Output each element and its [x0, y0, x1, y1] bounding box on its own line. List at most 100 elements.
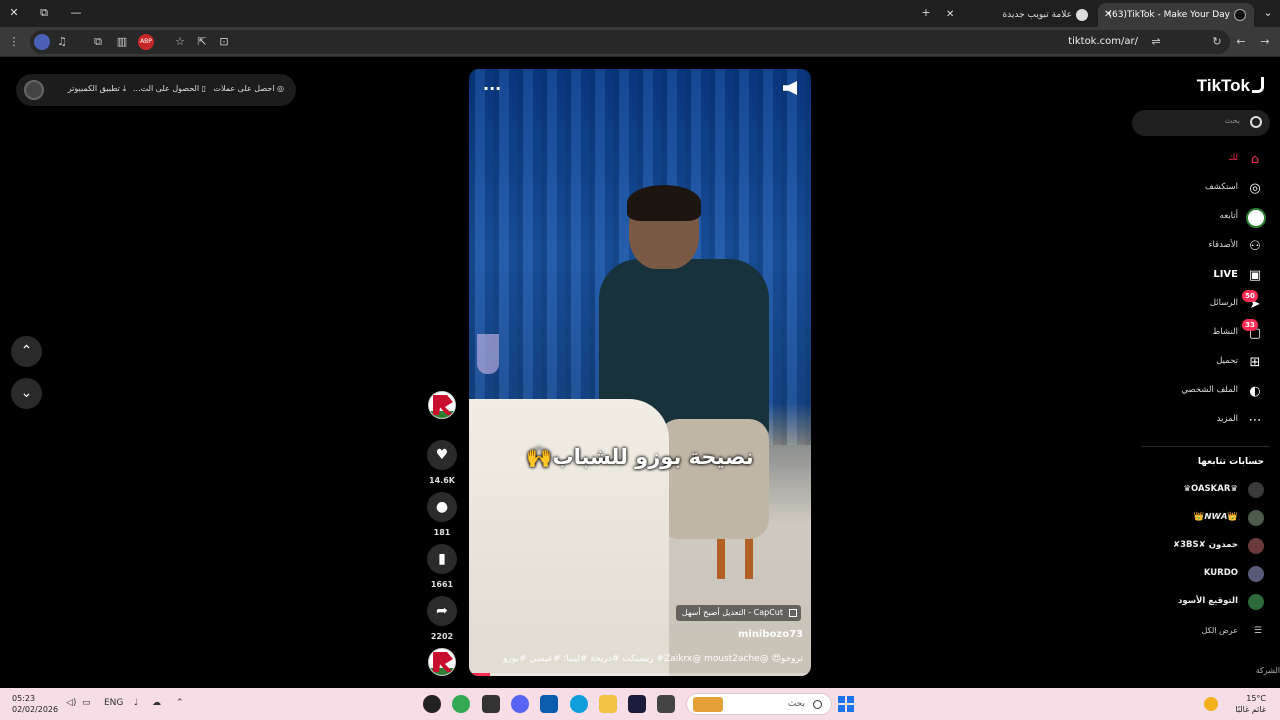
tab-title: علامة تبويب جديدة [1002, 10, 1072, 20]
window-minimize-icon[interactable]: — [66, 4, 86, 22]
video-player[interactable]: ··· نصيحة بوزو للشباب🙌 CapCut - التعديل … [469, 69, 811, 676]
sound-disc-avatar[interactable] [428, 648, 456, 676]
taskbar-search[interactable]: بحث [686, 693, 832, 715]
home-icon: ⌂ [1250, 152, 1260, 167]
account-name: 👑𝙉𝙒𝘼👑 [1193, 512, 1238, 522]
desktop-app-button[interactable]: ⤓ تطبيق الكمبيوتر [68, 84, 126, 94]
sidebar-item-0[interactable]: ⌂ لك [1128, 148, 1280, 172]
notification-badge: 33 [1242, 319, 1258, 331]
edge-icon[interactable] [570, 695, 588, 713]
company-link[interactable]: الشركة [1256, 666, 1280, 675]
back-icon[interactable]: ← [1233, 34, 1249, 50]
followed-account[interactable]: 👑𝙉𝙒𝘼👑 [1128, 508, 1280, 528]
followed-account[interactable]: حمدون ✘3BS✘ [1128, 536, 1280, 556]
like-count: 14.6K [429, 476, 455, 485]
tab-search-menu-icon[interactable]: ⌄ [1258, 4, 1278, 22]
app-window-icon[interactable] [657, 695, 675, 713]
tab-new-tab[interactable]: ✕ علامة تبويب جديدة [940, 3, 1096, 27]
show-hidden-icons-icon[interactable]: ⌃ [176, 698, 184, 708]
terminal-icon[interactable] [482, 695, 500, 713]
window-restore-icon[interactable]: ⧉ [34, 4, 54, 22]
app-icon[interactable] [423, 695, 441, 713]
next-video-button[interactable]: ⌄ [11, 378, 42, 409]
extensions-puzzle-icon[interactable]: ⧉ [90, 34, 106, 50]
sidebar-item-9[interactable]: ⋯ المزيد [1128, 409, 1280, 433]
comment-icon[interactable]: ● [427, 492, 457, 522]
language-indicator[interactable]: ENG [104, 698, 123, 708]
microphone-icon[interactable]: ♩ [134, 698, 138, 708]
clock-time: 05:23 [12, 694, 36, 703]
sidebar-item-8[interactable]: ◐ الملف الشخصي [1128, 380, 1280, 404]
video-description: تروجو😍 @Zaikrx@ moust2ache# ريسيكت #دريح… [503, 654, 803, 664]
see-all-link[interactable]: عرض الكل [1201, 626, 1238, 635]
tiktok-logo[interactable]: TikTok [1197, 76, 1264, 96]
share-icon[interactable]: ➦ [427, 596, 457, 626]
media-control-icon[interactable]: ♫ [54, 34, 70, 50]
search-input[interactable]: بحث [1132, 110, 1270, 136]
sidebar-item-1[interactable]: ◎ استكشف [1128, 177, 1280, 201]
followed-account[interactable]: التوقيع الأسود [1128, 592, 1280, 612]
clock[interactable]: 05:23 02/02/2026 [12, 693, 58, 715]
following-avatar-icon [1246, 208, 1266, 228]
adblock-icon[interactable]: ABP [138, 34, 154, 50]
address-bar[interactable]: ♫ ⧉ ▥ ABP ☆ ⇱ ⊡ tiktok.com/ar/ ⇌ [30, 30, 1230, 54]
sidebar-item-4[interactable]: ▣ LIVE [1128, 264, 1280, 288]
window-close-icon[interactable]: ✕ [4, 4, 24, 22]
open-in-app-icon[interactable]: ⊡ [216, 34, 232, 50]
volume-icon[interactable]: ◁) [66, 698, 76, 708]
store-icon[interactable] [540, 695, 558, 713]
capcut-link[interactable]: CapCut - التعديل أصبح أسهل [675, 605, 801, 621]
account-name: حمدون ✘3BS✘ [1173, 540, 1238, 550]
sidebar-item-label: الرسائل [1209, 298, 1238, 308]
bookmark-star-icon[interactable]: ☆ [172, 34, 188, 50]
sidebar-item-label: الملف الشخصي [1181, 385, 1238, 395]
search-icon[interactable] [1250, 116, 1262, 128]
bookmark-icon[interactable]: ▮ [427, 544, 457, 574]
chrome-icon[interactable] [452, 695, 470, 713]
like-icon[interactable]: ♥ [427, 440, 457, 470]
tab-tiktok[interactable]: ✕ (63)TikTok - Make Your Day [1098, 3, 1254, 27]
discord-icon[interactable] [511, 695, 529, 713]
video-more-options-icon[interactable]: ··· [483, 79, 501, 98]
get-coins-button[interactable]: ◎ احصل على عملات [213, 84, 284, 93]
sidebar-item-label: أتابعه [1219, 211, 1238, 221]
video-progress-bar[interactable] [469, 673, 811, 676]
user-avatar[interactable] [24, 80, 44, 100]
cloud-icon[interactable]: ☁ [152, 698, 161, 708]
network-icon[interactable]: ▭ [82, 698, 91, 708]
video-progress-fill [469, 673, 490, 676]
file-explorer-icon[interactable] [599, 695, 617, 713]
weather-widget[interactable]: 15°C غائم غالبًا [1204, 693, 1266, 715]
creator-avatar[interactable] [428, 391, 456, 419]
tab-close-icon[interactable]: ✕ [946, 3, 954, 27]
account-name: KURDO [1203, 568, 1238, 578]
forward-icon[interactable]: → [1257, 34, 1273, 50]
sidebar-item-3[interactable]: ⚇ الأصدقاء [1128, 235, 1280, 259]
new-tab-icon[interactable]: + [916, 4, 936, 22]
video-author[interactable]: minibozo73 [738, 629, 803, 640]
game-icon[interactable] [628, 695, 646, 713]
site-settings-icon[interactable]: ⇌ [1148, 34, 1164, 50]
sidebar-item-6[interactable]: ▢ 33 النشاط [1128, 319, 1280, 346]
followed-account[interactable]: KURDO [1128, 564, 1280, 584]
video-overlay-text: نصيحة بوزو للشباب🙌 [526, 445, 754, 469]
extension-icon[interactable] [34, 34, 50, 50]
weather-text: غائم غالبًا [1235, 705, 1266, 714]
sidebar-item-2[interactable]: أتابعه [1128, 206, 1280, 230]
get-app-button[interactable]: ▯ الحصول على الت... [133, 84, 206, 93]
sidebar-item-7[interactable]: ⊞ تحميل [1128, 351, 1280, 375]
followed-account[interactable]: ♛OASKAR♛ [1128, 480, 1280, 500]
tab-title: (63)TikTok - Make Your Day [1108, 10, 1230, 20]
reload-icon[interactable]: ↻ [1209, 34, 1225, 50]
following-section-title: حسابات تتابعها [1197, 457, 1264, 467]
sidebar-item-label: لك [1228, 153, 1238, 163]
translate-icon[interactable]: ▥ [114, 34, 130, 50]
account-name: ♛OASKAR♛ [1183, 484, 1238, 494]
browser-menu-icon[interactable]: ⋮ [6, 34, 22, 50]
windows-start-icon[interactable] [838, 696, 854, 712]
sidebar-item-5[interactable]: ➤ 50 الرسائل [1128, 290, 1280, 317]
previous-video-button[interactable]: ⌃ [11, 336, 42, 367]
notification-badge: 50 [1242, 290, 1258, 302]
account-avatar [1248, 594, 1264, 610]
share-icon[interactable]: ⇱ [194, 34, 210, 50]
